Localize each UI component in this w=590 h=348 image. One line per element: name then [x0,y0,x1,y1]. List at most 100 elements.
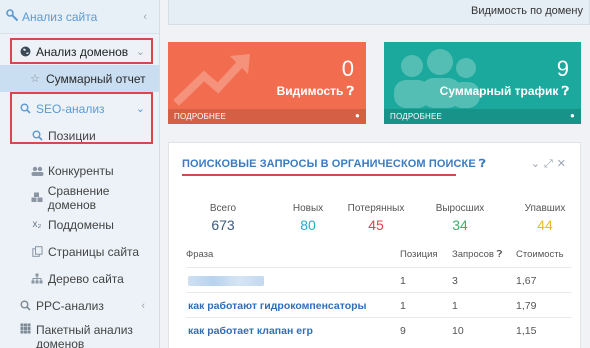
traffic-value: 9 [556,56,569,81]
sidebar-item-site-pages[interactable]: Страницы сайта [0,238,159,265]
sidebar-item-label: Суммарный отчет [46,71,146,86]
stat-value: 673 [211,217,235,233]
traffic-label: Суммарный трафик ❓︎ [440,84,569,99]
arrow-circle-icon: ● [569,111,575,120]
search-icon [18,300,32,311]
cost-cell: 1,15 [516,325,537,337]
expand-icon[interactable]: ⤢ [544,158,557,170]
question-icon[interactable]: ❓︎ [562,84,569,98]
sidebar-item-summary-report[interactable]: ☆ Суммарный отчет [0,65,159,92]
sidebar-item-seo-analysis[interactable]: SEO-анализ ⌄ [0,95,159,122]
more-label: ПОДРОБНЕЕ [174,112,227,121]
table-header: Фраза Позиция Запросов ❓︎ Стоимость [186,249,572,263]
sidebar-item-subdomains[interactable]: x₂ Поддомены [0,211,159,238]
more-label: ПОДРОБНЕЕ [390,112,443,121]
sidebar-item-label: Сравнение доменов [47,183,110,212]
sidebar-item-label: SEO-анализ [36,101,105,116]
stat-label: Упавших [524,203,566,214]
stat-label: Потерянных [347,203,405,214]
top-bar: Видимость по домену [168,0,590,25]
traffic-label-text: Суммарный трафик [439,84,559,98]
sidebar-item-batch-analysis[interactable]: Пакетный анализ доменов [0,319,159,348]
collapse-icon[interactable]: ⌄ [531,158,544,170]
sidebar-item-label: Конкуренты [48,163,114,178]
sidebar-item-competitors[interactable]: Конкуренты [0,157,159,184]
users-icon [394,49,480,108]
search-icon [18,103,32,114]
column-header-phrase[interactable]: Фраза [186,249,213,260]
stat-value: 34 [452,217,468,233]
panel-title-text: ПОИСКОВЫЕ ЗАПРОСЫ В ОРГАНИЧЕСКОМ ПОИСКЕ [182,158,476,170]
sidebar-item-site-tree[interactable]: Дерево сайта [0,265,159,292]
users-icon [30,166,44,176]
panel-title: ПОИСКОВЫЕ ЗАПРОСЫ В ОРГАНИЧЕСКОМ ПОИСКЕ … [182,158,486,171]
close-icon[interactable]: ✕ [557,158,570,170]
trend-arrow-icon [174,54,250,106]
phrase-link[interactable]: как работают гидрокомпенсаторы [188,300,367,312]
sidebar-item-label: Анализ доменов [36,44,129,59]
column-header-queries-text: Запросов [452,249,494,260]
position-cell: 1 [400,275,406,287]
blurred-phrase [188,276,264,286]
visibility-label-text: Видимость [276,84,344,98]
stat-lost: Потерянных 45 [336,203,416,233]
table-row: 1 3 1,67 [186,267,572,292]
domain-visibility-link[interactable]: Видимость по домену [471,5,583,17]
sidebar: Анализ сайта ‹ Анализ доменов ⌄ ☆ Суммар… [0,0,160,348]
sidebar-item-positions[interactable]: Позиции [0,122,159,149]
globe-icon [18,46,32,57]
stat-value: 44 [537,217,553,233]
cubes-icon [30,192,44,203]
question-icon[interactable]: ❓︎ [497,249,503,260]
column-header-position[interactable]: Позиция [400,249,438,260]
sidebar-item-label: Страницы сайта [48,244,140,259]
stat-value: 45 [368,217,384,233]
queries-cell: 1 [452,300,458,312]
sidebar-item-label: Пакетный анализ доменов [36,323,133,348]
queries-cell: 3 [452,275,458,287]
stat-total: Всего 673 [183,203,263,233]
sidebar-item-label: Дерево сайта [48,271,124,286]
queries-cell: 10 [452,325,464,337]
visibility-card[interactable]: 0 Видимость ❓︎ ПОДРОБНЕЕ ● [168,42,366,124]
traffic-more-link[interactable]: ПОДРОБНЕЕ ● [384,109,581,124]
search-icon [30,130,44,141]
question-icon[interactable]: ❓︎ [479,158,486,170]
title-underline [182,174,456,176]
sitemap-icon [30,273,44,284]
stat-label: Всего [209,203,237,214]
position-cell: 9 [400,325,406,337]
panel-controls: ⌄⤢✕ [531,157,570,171]
sidebar-item-domain-analysis[interactable]: Анализ доменов ⌄ [0,38,159,65]
position-cell: 1 [400,300,406,312]
chevron-down-icon: ⌄ [135,103,145,115]
organic-queries-panel: ПОИСКОВЫЕ ЗАПРОСЫ В ОРГАНИЧЕСКОМ ПОИСКЕ … [168,142,581,348]
traffic-card[interactable]: 9 Суммарный трафик ❓︎ ПОДРОБНЕЕ ● [384,42,581,124]
sidebar-site-analysis[interactable]: Анализ сайта ‹ [0,0,159,34]
visibility-label: Видимость ❓︎ [277,84,354,99]
column-header-cost[interactable]: Стоимость [516,249,564,260]
chevron-down-icon: ⌄ [135,46,145,58]
copy-icon [30,246,44,257]
stat-fallen: Упавших 44 [505,203,585,233]
grid-icon [18,323,32,334]
visibility-more-link[interactable]: ПОДРОБНЕЕ ● [168,109,366,124]
phrase-link[interactable]: как работает клапан егр [188,325,313,337]
sidebar-item-ppc-analysis[interactable]: PPC-анализ ‹ [0,292,159,319]
sidebar-item-label: Поддомены [48,217,114,232]
chevron-left-icon: ‹ [141,299,145,312]
star-icon: ☆ [30,73,40,85]
chevron-left-icon: ‹ [143,10,147,23]
column-header-queries[interactable]: Запросов ❓︎ [452,249,502,260]
table-row: как работают гидрокомпенсаторы 1 1 1,79 [186,292,572,317]
question-icon[interactable]: ❓︎ [347,84,354,98]
sidebar-item-label: PPC-анализ [36,298,104,313]
sidebar-item-label: Позиции [48,128,96,143]
cost-cell: 1,67 [516,275,537,287]
tools-icon [6,8,19,25]
visibility-value: 0 [341,56,354,81]
table-row: как работает клапан егр 9 10 1,15 [186,317,572,342]
phrase-link[interactable] [188,275,264,289]
sidebar-item-domain-comparison[interactable]: Сравнение доменов [0,183,159,212]
stat-label: Выросших [435,203,485,214]
